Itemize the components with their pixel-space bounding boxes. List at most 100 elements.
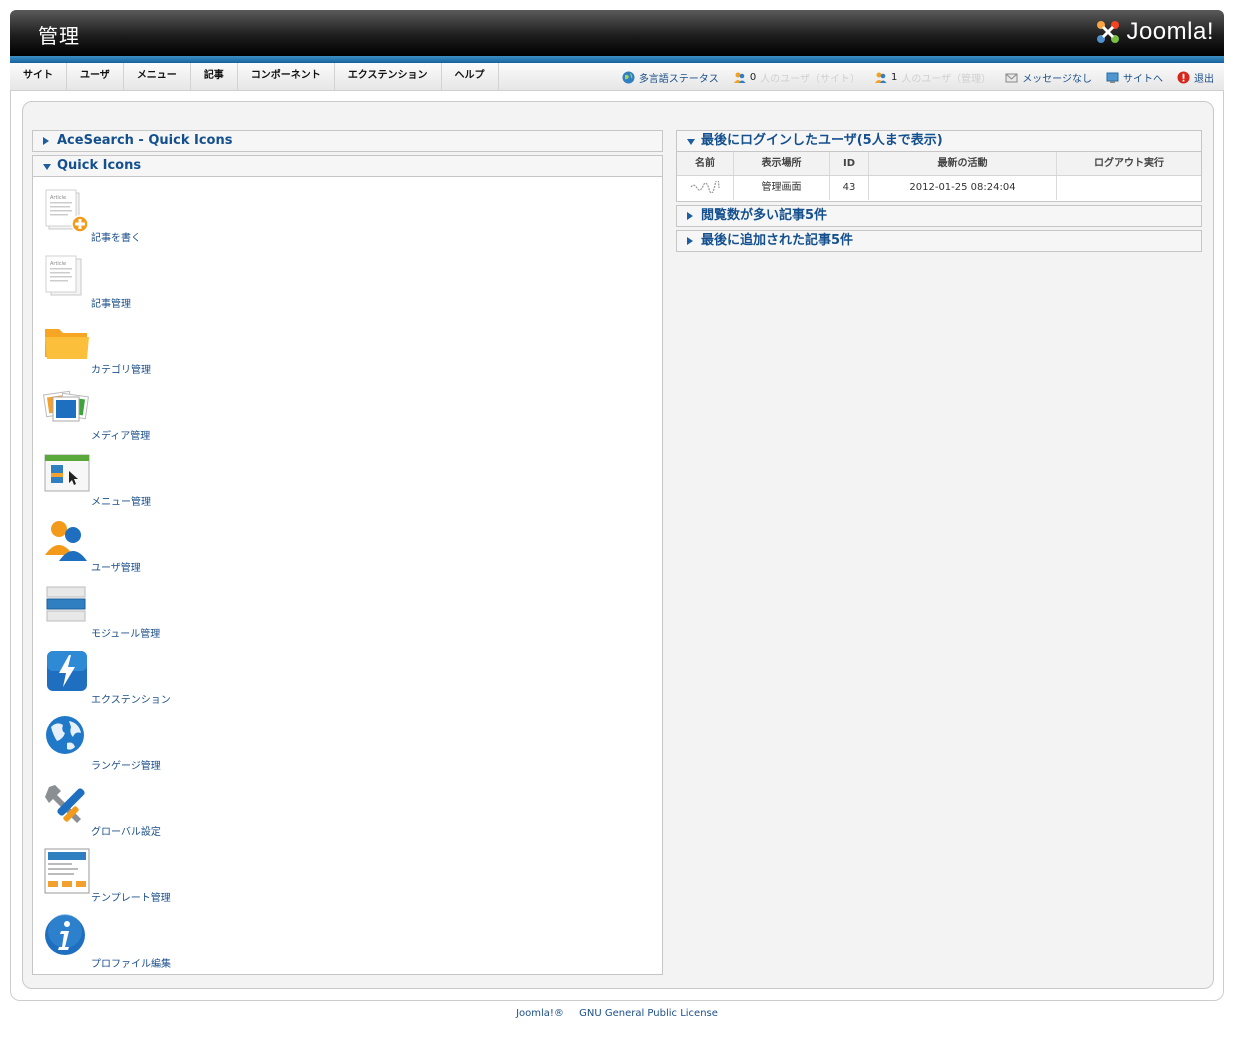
- header-accent-bar: [10, 56, 1224, 63]
- admin-users-label: 人のユーザ（管理）: [901, 73, 992, 85]
- menu-manager-icon: [44, 454, 90, 492]
- joomla-logo-text: Joomla!: [1126, 18, 1214, 45]
- quick-icon-label: モジュール管理: [91, 629, 161, 640]
- messages-link[interactable]: メッセージなし: [1005, 70, 1092, 85]
- footer-license-link[interactable]: GNU General Public License: [579, 1008, 718, 1019]
- media-icon: [43, 390, 89, 422]
- menu-content[interactable]: 記事: [191, 63, 238, 91]
- footer-joomla-link[interactable]: Joomla!®: [516, 1008, 564, 1019]
- language-globe-icon: [46, 716, 84, 754]
- menu-users[interactable]: ユーザ: [67, 63, 124, 91]
- logout-alert-icon: [1177, 71, 1190, 83]
- module-manager-icon: [46, 586, 86, 622]
- admin-users-count: 1: [891, 71, 898, 83]
- expand-arrow-icon: [687, 237, 693, 245]
- admin-users-status[interactable]: 1 人のユーザ（管理）: [874, 70, 991, 85]
- menu-menus[interactable]: メニュー: [124, 63, 191, 91]
- quick-icon-global-configuration[interactable]: グローバル設定: [43, 781, 343, 841]
- column-header-name[interactable]: 名前: [677, 152, 734, 175]
- logout-cell: [1057, 176, 1201, 200]
- quick-icon-label: ユーザ管理: [91, 563, 141, 574]
- profile-info-icon: [45, 914, 85, 955]
- menu-site[interactable]: サイト: [10, 63, 67, 91]
- quick-icon-label: プロファイル編集: [91, 959, 171, 970]
- last-login-panel-title: 最後にログインしたユーザ(5人まで表示): [701, 133, 943, 148]
- acesearch-panel-title: AceSearch - Quick Icons: [57, 133, 233, 148]
- joomla-logo-icon: [1097, 21, 1120, 43]
- location-cell: 管理画面: [734, 176, 830, 200]
- extension-icon: [47, 651, 87, 691]
- column-header-id[interactable]: ID: [830, 152, 869, 175]
- site-users-status[interactable]: 0 人のユーザ（サイト）: [733, 70, 860, 85]
- add-article-icon: Article: [45, 189, 89, 233]
- menu-components[interactable]: コンポーネント: [238, 63, 335, 91]
- column-header-location[interactable]: 表示場所: [734, 152, 830, 175]
- column-header-last-activity[interactable]: 最新の活動: [869, 152, 1057, 175]
- expand-arrow-icon: [43, 137, 49, 145]
- joomla-logo: Joomla!: [1094, 16, 1214, 48]
- quick-icons-panel: Article 記事を書く Article 記事管理 カテゴリ管理 メディア管理…: [32, 177, 663, 975]
- view-site-link[interactable]: サイトへ: [1106, 70, 1163, 85]
- users-icon: [733, 72, 746, 83]
- last-login-table: 名前 表示場所 ID 最新の活動 ログアウト実行 管理画面 43 2012-01…: [676, 152, 1202, 202]
- quick-icon-article-manager[interactable]: Article 記事管理: [43, 253, 343, 313]
- quick-icon-label: メニュー管理: [91, 497, 151, 508]
- quick-icon-add-article[interactable]: Article 記事を書く: [43, 187, 343, 247]
- quick-icon-user-manager[interactable]: ユーザ管理: [43, 517, 343, 577]
- article-manager-icon: Article: [45, 255, 82, 296]
- quick-icon-label: エクステンション: [91, 695, 171, 706]
- multilang-status-link[interactable]: 多言語ステータス: [622, 70, 719, 85]
- user-name-cell[interactable]: [677, 176, 734, 200]
- status-bar: 多言語ステータス 0 人のユーザ（サイト） 1 人のユーザ（管理） メッセージな…: [622, 63, 1214, 91]
- quick-icon-menu-manager[interactable]: メニュー管理: [43, 451, 343, 511]
- quick-icon-label: メディア管理: [91, 431, 151, 442]
- last-login-panel-header[interactable]: 最後にログインしたユーザ(5人まで表示): [676, 130, 1202, 152]
- page-title: 管理: [38, 24, 80, 48]
- main-menubar: サイト ユーザ メニュー 記事 コンポーネント エクステンション ヘルプ 多言語…: [10, 63, 1224, 91]
- quick-icon-label: 記事を書く: [91, 233, 141, 244]
- id-cell: 43: [830, 176, 869, 200]
- quick-icon-extension-manager[interactable]: エクステンション: [43, 649, 343, 709]
- multilang-status-label: 多言語ステータス: [638, 73, 719, 85]
- collapse-arrow-icon: [43, 164, 51, 170]
- acesearch-panel-header[interactable]: AceSearch - Quick Icons: [32, 130, 663, 152]
- quick-icon-module-manager[interactable]: モジュール管理: [43, 583, 343, 643]
- users-icon: [875, 72, 887, 83]
- popular-articles-panel-title: 閲覧数が多い記事5件: [701, 208, 828, 223]
- quick-icon-category-manager[interactable]: カテゴリ管理: [43, 319, 343, 379]
- messages-label: メッセージなし: [1022, 73, 1092, 85]
- message-icon: [1005, 73, 1018, 82]
- popular-articles-panel-header[interactable]: 閲覧数が多い記事5件: [676, 205, 1202, 227]
- quick-icon-label: グローバル設定: [91, 827, 161, 838]
- quick-icon-template-manager[interactable]: テンプレート管理: [43, 847, 343, 907]
- recent-articles-panel-title: 最後に追加された記事5件: [701, 233, 854, 248]
- quick-icon-media-manager[interactable]: メディア管理: [43, 385, 343, 445]
- quick-icon-label: カテゴリ管理: [91, 365, 151, 376]
- category-folder-icon: [45, 329, 89, 359]
- admin-header: 管理 Joomla!: [10, 10, 1224, 56]
- site-users-count: 0: [749, 71, 757, 83]
- recent-articles-panel-header[interactable]: 最後に追加された記事5件: [676, 230, 1202, 252]
- quick-icon-language-manager[interactable]: ランゲージ管理: [43, 715, 343, 775]
- redacted-name-scribble: [690, 178, 720, 194]
- globe-icon: [622, 71, 635, 83]
- template-manager-icon: [44, 848, 90, 894]
- svg-text:Article: Article: [50, 195, 66, 201]
- global-config-icon: [45, 785, 85, 823]
- expand-arrow-icon: [687, 212, 693, 220]
- quick-icon-label: ランゲージ管理: [91, 761, 161, 772]
- quick-icon-label: 記事管理: [91, 299, 131, 310]
- table-row: 管理画面 43 2012-01-25 08:24:04: [677, 176, 1201, 200]
- logout-link[interactable]: 退出: [1177, 70, 1214, 85]
- column-header-logout[interactable]: ログアウト実行: [1057, 152, 1201, 175]
- monitor-icon: [1106, 72, 1119, 83]
- menu-help[interactable]: ヘルプ: [442, 63, 499, 91]
- last-activity-cell: 2012-01-25 08:24:04: [869, 176, 1057, 200]
- quick-icons-panel-title: Quick Icons: [57, 158, 142, 173]
- menu-extensions[interactable]: エクステンション: [335, 63, 442, 91]
- quick-icons-panel-header[interactable]: Quick Icons: [32, 155, 663, 177]
- quick-icon-edit-profile[interactable]: プロファイル編集: [43, 913, 343, 973]
- quick-icon-label: テンプレート管理: [91, 893, 171, 904]
- view-site-label: サイトへ: [1123, 73, 1163, 85]
- footer: Joomla!® GNU General Public License: [0, 1008, 1234, 1019]
